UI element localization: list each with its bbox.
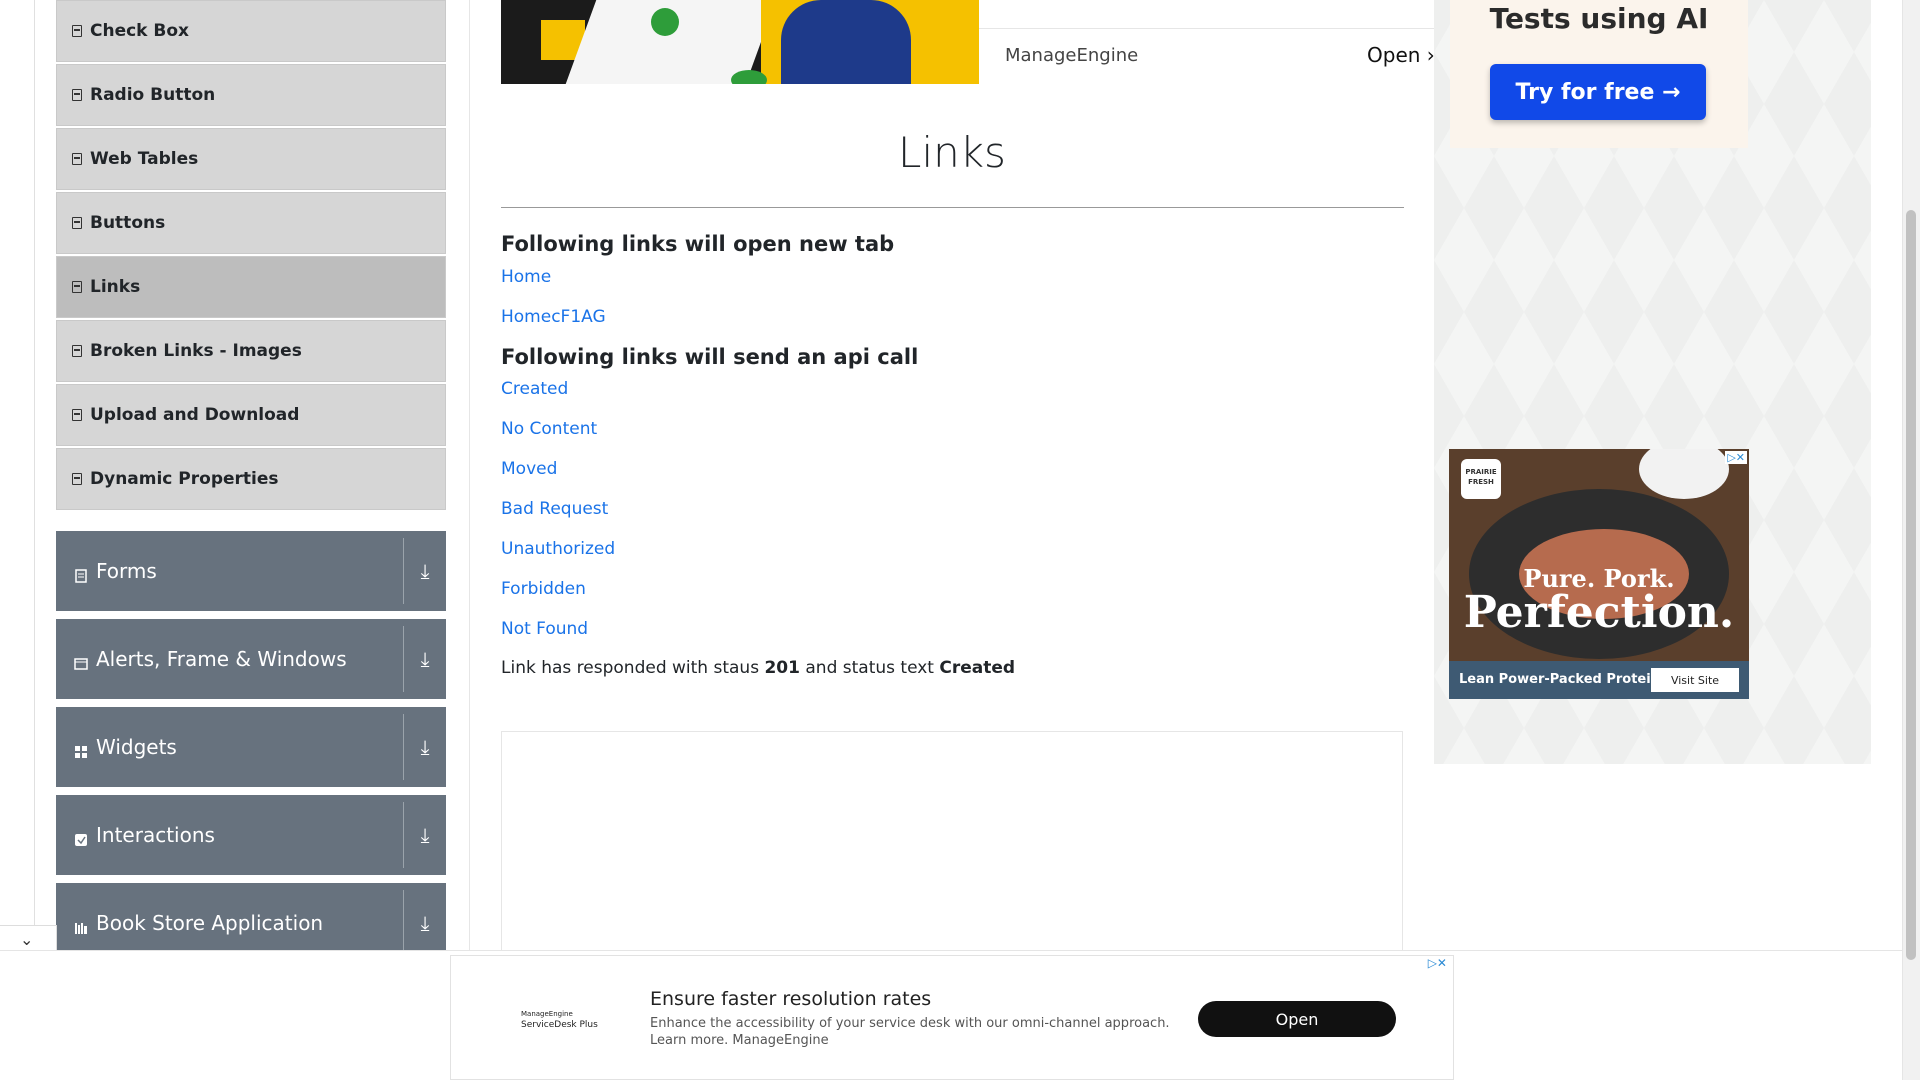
widgets-icon <box>74 740 88 758</box>
page-title: Links <box>898 128 1006 177</box>
sidebar-item-buttons[interactable]: Buttons <box>56 192 446 254</box>
link-unauthorized[interactable]: Unauthorized <box>501 539 615 559</box>
element-menu-list: Check Box Radio Button Web Tables Button… <box>56 0 446 512</box>
sidebar-item-broken-links[interactable]: Broken Links - Images <box>56 320 446 382</box>
sidebar-item-label: Radio Button <box>90 85 216 105</box>
scrollbar-thumb[interactable] <box>1906 210 1916 960</box>
top-ad-open-label: Open <box>1367 43 1421 67</box>
top-ad-open-button[interactable]: Open › <box>1367 43 1435 67</box>
sidebar-item-label: Buttons <box>90 213 166 233</box>
new-tab-heading: Following links will open new tab <box>501 232 895 256</box>
sidebar-item-label: Dynamic Properties <box>90 469 279 489</box>
group-label: Alerts, Frame & Windows <box>96 647 347 671</box>
expand-icon[interactable]: ⤓ <box>404 647 446 671</box>
pork-ad-footer: Lean Power-Packed Protein Visit Site <box>1449 661 1749 699</box>
bottom-ad[interactable]: ManageEngine ServiceDesk Plus Ensure fas… <box>450 955 1454 1080</box>
form-icon <box>74 564 88 583</box>
html-icon <box>72 153 82 165</box>
top-ad-image[interactable] <box>501 0 979 84</box>
ai-test-ad[interactable]: Tests using AI Try for free → <box>1450 0 1748 148</box>
response-prefix: Link has responded with staus <box>501 658 760 678</box>
sidebar-item-label: Web Tables <box>90 149 199 169</box>
content-border <box>469 0 470 950</box>
sidebar-item-label: Upload and Download <box>90 405 300 425</box>
sidebar-item-links[interactable]: Links <box>56 256 446 318</box>
page-scrollbar[interactable] <box>1902 0 1920 1080</box>
html-icon <box>72 345 82 357</box>
response-status-code: 201 <box>764 658 800 678</box>
group-label: Book Store Application <box>96 911 324 935</box>
adchoices-close-icon[interactable]: ▷✕ <box>1428 956 1447 970</box>
sidebar-item-label: Broken Links - Images <box>90 341 302 361</box>
servicedesk-logo: ManageEngine ServiceDesk Plus <box>521 1009 598 1031</box>
try-for-free-button[interactable]: Try for free → <box>1490 64 1706 120</box>
sidebar-item-label: Check Box <box>90 21 190 41</box>
link-not-found[interactable]: Not Found <box>501 619 588 639</box>
pork-ad-footer-text: Lean Power-Packed Protein <box>1459 672 1660 687</box>
group-label: Forms <box>96 559 157 583</box>
link-no-content[interactable]: No Content <box>501 419 597 439</box>
logo-line-1: ManageEngine <box>521 1010 573 1018</box>
title-divider <box>501 207 1404 208</box>
sidebar-item-check-box[interactable]: Check Box <box>56 0 446 62</box>
link-response-message: Link has responded with staus 201 and st… <box>501 658 1015 678</box>
link-home[interactable]: Home <box>501 267 551 287</box>
group-interactions[interactable]: Interactions ⤓ <box>56 795 446 875</box>
sidebar-item-dynamic-properties[interactable]: Dynamic Properties <box>56 448 446 510</box>
expand-icon[interactable]: ⤓ <box>404 823 446 847</box>
interactions-icon <box>74 828 88 846</box>
expand-icon[interactable]: ⤓ <box>404 559 446 583</box>
bottom-ad-title: Ensure faster resolution rates <box>650 988 932 1010</box>
html-icon <box>72 89 82 101</box>
html-icon <box>72 217 82 229</box>
adchoices-icon[interactable]: ▷✕ <box>1725 451 1747 464</box>
bottom-ad-open-button[interactable]: Open <box>1198 1001 1396 1037</box>
sidebar-item-label: Links <box>90 277 141 297</box>
top-ad-bar[interactable]: ManageEngine Open › <box>979 28 1439 85</box>
chevron-down-icon: ⌄ <box>20 930 34 949</box>
html-icon <box>72 25 82 37</box>
pork-ad[interactable]: PRAIRIE FRESH ▷✕ Pure. Pork. Perfection.… <box>1449 449 1749 699</box>
window-icon <box>74 652 88 670</box>
sidebar-border <box>34 0 35 928</box>
bottom-ad-description: Enhance the accessibility of your servic… <box>650 1016 1170 1048</box>
group-forms[interactable]: Forms ⤓ <box>56 531 446 611</box>
expand-icon[interactable]: ⤓ <box>404 911 446 935</box>
logo-line-2: ServiceDesk Plus <box>521 1020 598 1030</box>
link-moved[interactable]: Moved <box>501 459 557 479</box>
link-home-dynamic[interactable]: HomecF1AG <box>501 307 606 327</box>
pork-ad-headline: Perfection. <box>1463 587 1735 638</box>
group-alerts-frame-windows[interactable]: Alerts, Frame & Windows ⤓ <box>56 619 446 699</box>
sidebar-item-upload-download[interactable]: Upload and Download <box>56 384 446 446</box>
group-label: Interactions <box>96 823 215 847</box>
sidebar-item-radio-button[interactable]: Radio Button <box>56 64 446 126</box>
html-icon <box>72 281 82 293</box>
response-middle: and status text <box>805 658 934 678</box>
group-widgets[interactable]: Widgets ⤓ <box>56 707 446 787</box>
link-created[interactable]: Created <box>501 379 568 399</box>
visit-site-button[interactable]: Visit Site <box>1651 668 1739 692</box>
top-ad-advertiser: ManageEngine <box>1005 45 1139 66</box>
expand-icon[interactable]: ⤓ <box>404 735 446 759</box>
prairie-fresh-logo: PRAIRIE FRESH <box>1461 459 1501 499</box>
category-group-list: Forms ⤓ Alerts, Frame & Windows ⤓ Widget… <box>56 531 446 971</box>
link-bad-request[interactable]: Bad Request <box>501 499 608 519</box>
api-heading: Following links will send an api call <box>501 345 919 369</box>
ai-ad-text: Tests using AI <box>1489 2 1709 35</box>
html-icon <box>72 409 82 421</box>
bookstore-icon <box>74 916 88 934</box>
content-ad-frame <box>501 731 1403 961</box>
response-status-text: Created <box>939 658 1016 678</box>
group-label: Widgets <box>96 735 177 759</box>
link-forbidden[interactable]: Forbidden <box>501 579 586 599</box>
html-icon <box>72 473 82 485</box>
sidebar-item-web-tables[interactable]: Web Tables <box>56 128 446 190</box>
